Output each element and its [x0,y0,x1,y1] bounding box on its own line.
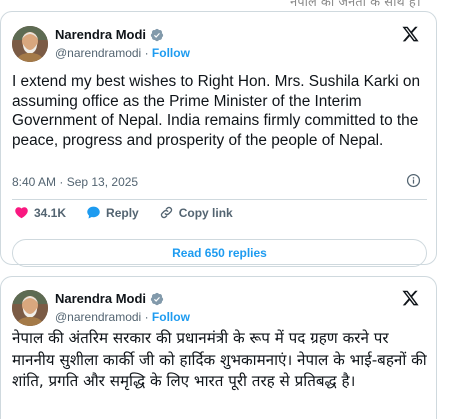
x-logo-icon[interactable] [401,25,420,43]
avatar[interactable] [12,290,48,326]
reply-bubble-icon [87,206,100,219]
verified-badge-icon [150,28,164,41]
copy-link-label: Copy link [178,205,233,220]
handle-row: @narendramodi · Follow [55,46,190,60]
tweet-text: I extend my best wishes to Right Hon. Mr… [12,73,421,149]
link-icon [160,206,172,219]
separator-dot: · [144,46,149,60]
separator-dot: · [144,310,149,324]
read-replies-button[interactable]: Read 650 replies [12,239,427,267]
reply-label: Reply [106,205,139,220]
tweet-embed-card[interactable]: Narendra Modi @narendramodi · Follow I e… [0,11,437,267]
previous-content-strip: नेपाल की जनता के साथ है। [0,0,449,8]
author-handle[interactable]: @narendramodi [55,46,141,60]
handle-row: @narendramodi · Follow [55,310,190,324]
page-scrollbar[interactable] [441,0,449,419]
author-row: Narendra Modi [55,291,164,306]
author-row: Narendra Modi [55,27,164,42]
author-name[interactable]: Narendra Modi [55,291,146,306]
action-bar: 34.1K Reply Copy link [14,205,253,220]
like-button[interactable]: 34.1K [14,205,66,220]
like-count: 34.1K [34,205,67,220]
follow-button[interactable]: Follow [152,46,190,60]
timestamp-link[interactable]: 8:40 AM · Sep 13, 2025 [12,175,138,189]
verified-badge-icon [150,292,164,305]
tweet-embed-card[interactable]: Narendra Modi @narendramodi · Follow नेप… [0,276,437,419]
follow-button[interactable]: Follow [152,310,190,324]
tweet-text: नेपाल की अंतरिम सरकार की प्रधानमंत्री के… [12,329,427,390]
info-icon[interactable] [406,173,421,188]
reply-button[interactable]: Reply [86,205,139,220]
heart-icon [15,207,28,219]
avatar[interactable] [12,26,48,62]
previous-content-text: नेपाल की जनता के साथ है। [290,0,421,8]
divider [12,199,427,200]
author-handle[interactable]: @narendramodi [55,310,141,324]
copy-link-button[interactable]: Copy link [159,205,233,220]
x-logo-icon[interactable] [401,289,420,307]
author-name[interactable]: Narendra Modi [55,27,146,42]
